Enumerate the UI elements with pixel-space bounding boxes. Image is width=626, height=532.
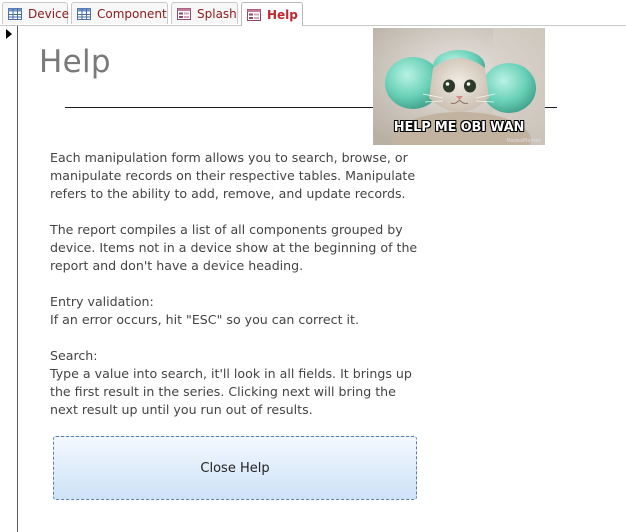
current-record-arrow-icon [6,29,12,39]
record-selector[interactable] [0,26,18,532]
document-tab-strip: Device Component Splash Help [0,0,626,26]
help-heading-search: Search: [50,348,98,363]
tab-device-label: Device [28,6,70,21]
meme-caption: HELP ME OBI WAN [393,120,525,135]
tab-splash-label: Splash [197,6,237,21]
help-paragraph-entry-validation: If an error occurs, hit "ESC" so you can… [50,312,359,327]
help-paragraph-search: Type a value into search, it'll look in … [50,366,412,417]
help-heading-entry-validation: Entry validation: [50,294,154,309]
help-paragraph-report: The report compiles a list of all compon… [50,222,418,273]
tab-splash[interactable]: Splash [171,2,238,24]
tab-help[interactable]: Help [241,2,303,26]
tab-device[interactable]: Device [2,2,70,24]
meme-watermark: MadeaMemes [506,138,541,144]
tab-component-label: Component [97,6,167,21]
form-title: Help [39,44,111,80]
tab-strip-divider [0,25,626,26]
form-icon [177,7,191,20]
close-help-button[interactable]: Close Help [53,436,417,500]
tab-component[interactable]: Component [71,2,168,24]
table-icon [77,7,91,20]
help-text-body: Each manipulation form allows you to sea… [50,149,425,419]
table-icon [8,7,22,20]
help-paragraph-manipulation: Each manipulation form allows you to sea… [50,150,416,201]
meme-image: HELP ME OBI WAN MadeaMemes [373,28,545,145]
tab-help-label: Help [267,7,298,22]
form-icon [247,8,261,21]
